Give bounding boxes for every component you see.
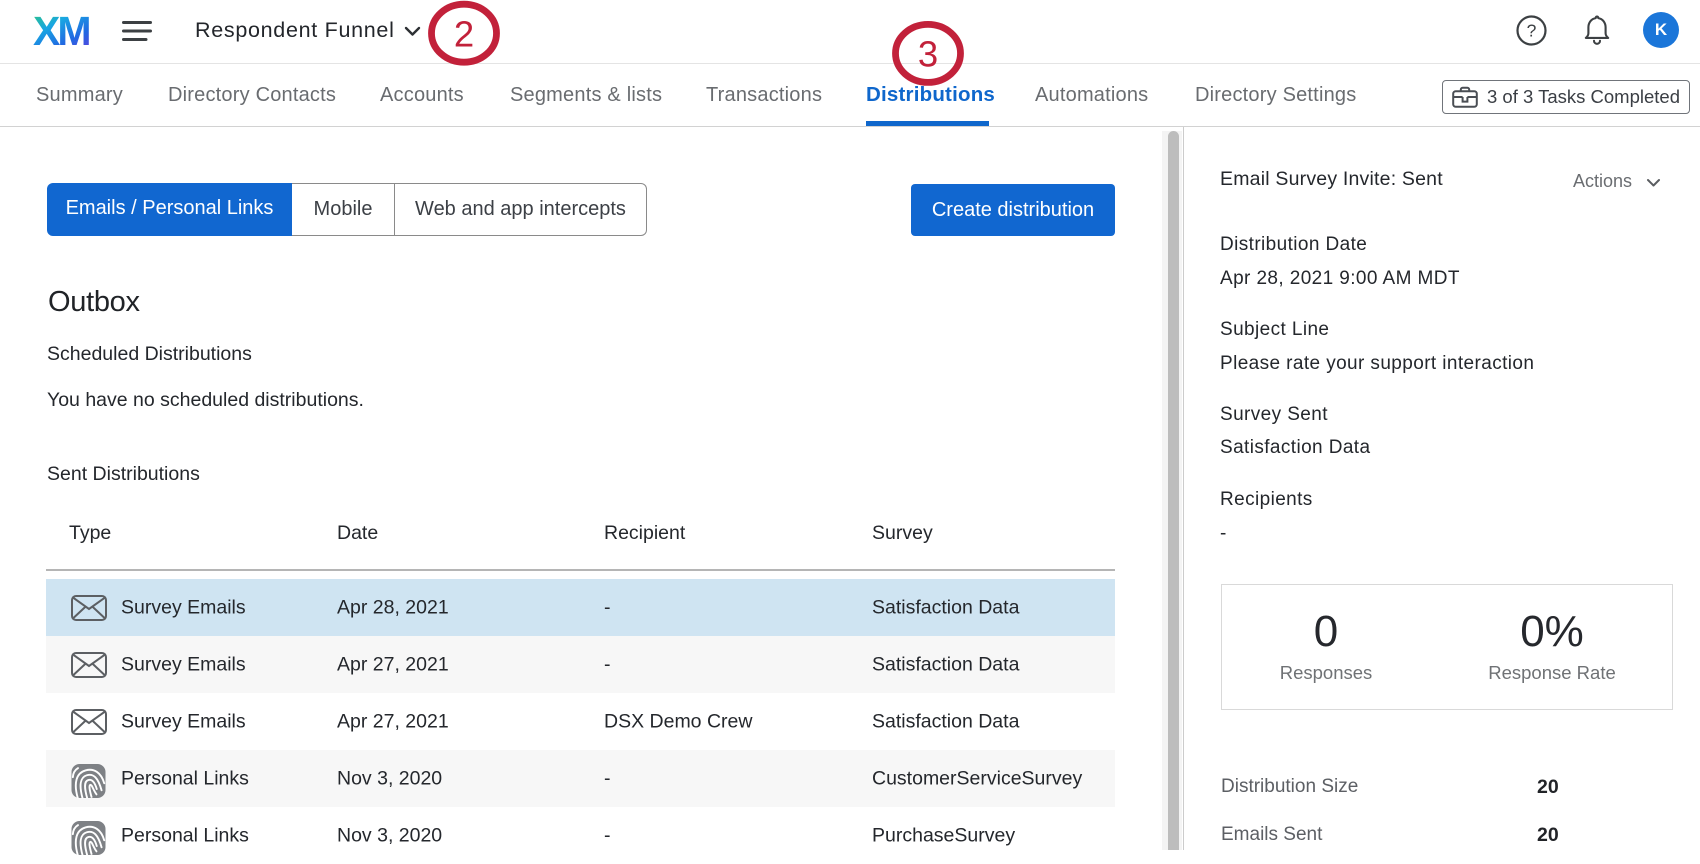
svg-text:XM: XM <box>33 15 89 47</box>
svg-text:?: ? <box>1527 21 1537 41</box>
svg-text:2: 2 <box>454 13 474 54</box>
svg-text:3: 3 <box>918 34 938 75</box>
